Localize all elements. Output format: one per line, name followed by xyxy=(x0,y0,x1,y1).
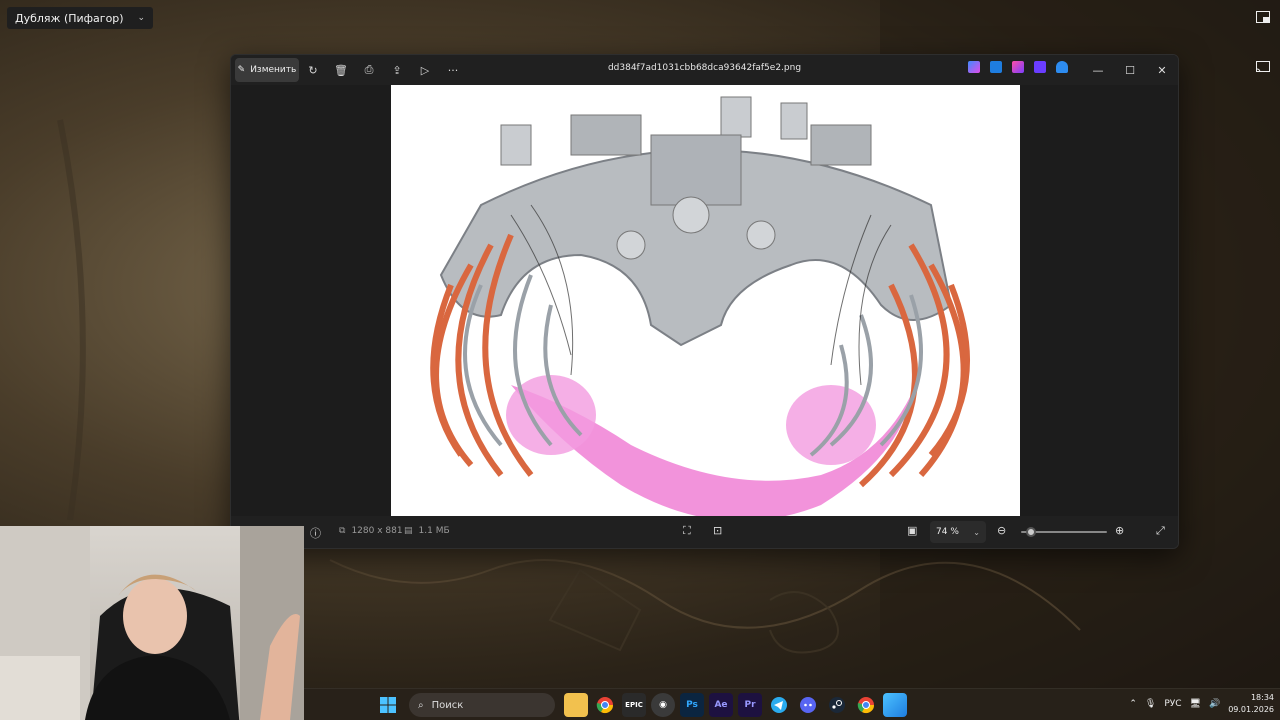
steam-icon xyxy=(829,697,845,713)
steam-button[interactable] xyxy=(825,693,849,717)
dub-selector-label: Дубляж (Пифагор) xyxy=(15,11,124,25)
webcam-feed-image xyxy=(0,526,304,720)
photoshop-button[interactable]: Ps xyxy=(680,693,704,717)
photos-viewer-window: ✎ Изменить ↻ 🗑 ⎙ ⇪ ▷ ··· dd384f7ad1031cb… xyxy=(230,54,1179,549)
zoom-out-icon[interactable]: ⊖ xyxy=(997,524,1006,537)
chevron-down-icon: ⌄ xyxy=(973,527,980,537)
zoom-value: 74 % xyxy=(936,527,959,537)
taskbar-apps: ⌕ Поиск EPIC ◉ Ps Ae Pr xyxy=(376,693,907,717)
rotate-icon: ↻ xyxy=(308,63,318,77)
image-dimensions: ⧉ 1280 x 881 xyxy=(339,526,403,536)
onedrive-icon[interactable] xyxy=(1056,61,1068,73)
taskbar: ⌕ Поиск EPIC ◉ Ps Ae Pr ⌃ 🎙 РУС 🖥 🔊 18:3… xyxy=(304,688,1280,720)
premiere-button[interactable]: Pr xyxy=(738,693,762,717)
cast-icon[interactable] xyxy=(1256,58,1270,77)
chevron-down-icon: ⌄ xyxy=(137,13,145,23)
volume-icon[interactable]: 🔊 xyxy=(1209,699,1220,709)
after-effects-icon: Ae xyxy=(714,700,728,710)
clock-date: 09.01.2026 xyxy=(1228,705,1274,714)
window-controls: — ☐ ✕ xyxy=(1082,55,1178,85)
close-button[interactable]: ✕ xyxy=(1146,55,1178,85)
viewer-statusbar: ⓘ ⧉ 1280 x 881 ▤ 1.1 МБ ⛶ ⊡ ▣ 74 % ⌄ ⊖ ⊕… xyxy=(231,516,1178,548)
designer-icon[interactable] xyxy=(990,61,1002,73)
discord-icon xyxy=(800,697,816,713)
image-size-icon: ⧉ xyxy=(339,526,346,536)
language-indicator[interactable]: РУС xyxy=(1164,699,1181,709)
actual-size-icon[interactable]: ▣ xyxy=(907,524,917,537)
obs-button[interactable]: ◉ xyxy=(651,693,675,717)
fullscreen-icon[interactable]: ⤢ xyxy=(1156,524,1165,538)
telegram-button[interactable] xyxy=(767,693,791,717)
clipchamp-icon[interactable] xyxy=(1012,61,1024,73)
dub-selector-dropdown[interactable]: Дубляж (Пифагор) ⌄ xyxy=(7,7,153,29)
viewer-toolbar: ✎ Изменить ↻ 🗑 ⎙ ⇪ ▷ ··· dd384f7ad1031cb… xyxy=(231,55,1178,85)
telegram-icon xyxy=(771,697,787,713)
quick-app-icons xyxy=(968,61,1068,73)
maximize-icon: ☐ xyxy=(1125,63,1135,77)
start-icon xyxy=(380,697,396,713)
microphone-icon[interactable]: 🎙 xyxy=(1145,699,1156,709)
clock-time: 18:34 xyxy=(1250,693,1274,702)
chevron-up-icon[interactable]: ⌃ xyxy=(1129,699,1137,709)
trash-icon: 🗑 xyxy=(334,63,348,77)
displayed-image xyxy=(391,85,1020,518)
rotate-button[interactable]: ↻ xyxy=(299,58,327,82)
file-icon: ▤ xyxy=(404,526,413,536)
edit-button[interactable]: ✎ Изменить xyxy=(235,58,299,82)
crop-frame-icon[interactable]: ⛶ xyxy=(683,524,691,538)
chrome-profile-button[interactable] xyxy=(854,693,878,717)
minimize-button[interactable]: — xyxy=(1082,55,1114,85)
premiere-icon: Pr xyxy=(744,700,756,710)
chrome-button[interactable] xyxy=(593,693,617,717)
chrome-icon xyxy=(857,697,875,714)
file-size: ▤ 1.1 МБ xyxy=(404,526,450,536)
print-button[interactable]: ⎙ xyxy=(355,58,383,82)
slideshow-button[interactable]: ▷ xyxy=(411,58,439,82)
maximize-button[interactable]: ☐ xyxy=(1114,55,1146,85)
file-name: dd384f7ad1031cbb68dca93642faf5e2.png xyxy=(607,63,802,73)
close-icon: ✕ xyxy=(1157,63,1167,77)
more-options-button[interactable]: ··· xyxy=(439,58,467,82)
network-icon[interactable]: 🖥 xyxy=(1190,699,1201,709)
picture-in-picture-icon[interactable] xyxy=(1256,8,1270,27)
discord-button[interactable] xyxy=(796,693,820,717)
share-button[interactable]: ⇪ xyxy=(383,58,411,82)
search-icon: ⌕ xyxy=(418,699,424,711)
edit-button-label: Изменить xyxy=(250,65,297,75)
zoom-in-icon[interactable]: ⊕ xyxy=(1115,524,1124,537)
stellarator-image xyxy=(430,96,970,518)
file-explorer-button[interactable] xyxy=(564,693,588,717)
obs-icon: ◉ xyxy=(659,700,667,710)
epic-games-button[interactable]: EPIC xyxy=(622,693,646,717)
copilot-icon[interactable] xyxy=(968,61,980,73)
zoom-slider-thumb[interactable] xyxy=(1026,527,1037,537)
system-tray: ⌃ 🎙 РУС 🖥 🔊 18:34 09.01.2026 xyxy=(1129,692,1274,716)
image-canvas[interactable] xyxy=(231,85,1178,518)
minimize-icon: — xyxy=(1092,63,1104,77)
zoom-slider[interactable] xyxy=(1021,527,1107,537)
webcam-overlay xyxy=(0,526,304,720)
share-icon: ⇪ xyxy=(392,63,402,77)
search-placeholder: Поиск xyxy=(431,699,464,711)
edit-icon: ✎ xyxy=(237,65,246,75)
chrome-icon xyxy=(596,697,614,714)
photoshop-icon: Ps xyxy=(686,700,698,710)
delete-button[interactable]: 🗑 xyxy=(327,58,355,82)
print-icon: ⎙ xyxy=(364,63,374,76)
zoom-dropdown[interactable]: 74 % ⌄ xyxy=(930,521,986,543)
scan-icon[interactable]: ⊡ xyxy=(713,524,722,537)
clock[interactable]: 18:34 09.01.2026 xyxy=(1228,692,1274,716)
start-button[interactable] xyxy=(376,693,400,717)
epic-games-icon: EPIC xyxy=(625,701,643,709)
taskbar-search[interactable]: ⌕ Поиск xyxy=(409,693,555,717)
file-size-text: 1.1 МБ xyxy=(418,526,450,536)
image-dimensions-text: 1280 x 881 xyxy=(351,526,403,536)
clipchamp-alt-icon[interactable] xyxy=(1034,61,1046,73)
after-effects-button[interactable]: Ae xyxy=(709,693,733,717)
photos-button[interactable] xyxy=(883,693,907,717)
more-icon: ··· xyxy=(447,63,459,77)
info-icon[interactable]: ⓘ xyxy=(310,525,321,541)
slideshow-icon: ▷ xyxy=(420,63,430,77)
